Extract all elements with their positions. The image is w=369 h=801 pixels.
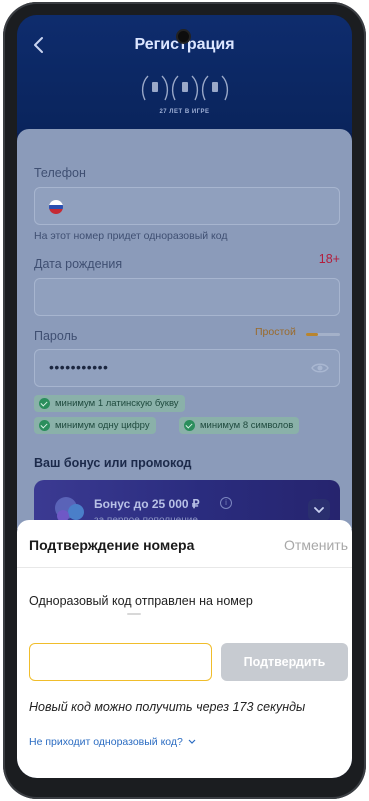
chevron-down-icon [314, 507, 324, 513]
birth-date-label: Дата рождения [34, 257, 123, 271]
phone-label: Телефон [34, 166, 86, 180]
divider [17, 567, 352, 568]
chevron-down-icon [188, 739, 196, 745]
phone-frame: Регистрация 27 ЛЕТ В ИГРЕ Телефон На это… [3, 2, 366, 799]
phone-input[interactable] [34, 187, 340, 225]
masked-phone-number [127, 613, 141, 615]
check-icon [39, 398, 50, 409]
rule-label: минимум одну цифру [55, 420, 150, 431]
info-icon[interactable]: i [220, 497, 232, 509]
resend-timer: Новый код можно получить через 173 секун… [29, 700, 306, 714]
header: Регистрация 27 ЛЕТ В ИГРЕ [17, 15, 352, 133]
password-rule-digit: минимум одну цифру [34, 417, 156, 434]
cancel-button[interactable]: Отменить [284, 537, 348, 553]
screen: Регистрация 27 ЛЕТ В ИГРЕ Телефон На это… [17, 15, 352, 778]
password-value: ••••••••••• [49, 359, 109, 375]
rule-label: минимум 8 символов [200, 420, 294, 431]
awards-laurels-icon [141, 75, 229, 101]
bonus-expand-button[interactable] [308, 499, 330, 521]
password-rule-latin: минимум 1 латинскую букву [34, 395, 185, 412]
phone-hint: На этот номер придет одноразовый код [34, 230, 228, 242]
bonus-section-title: Ваш бонус или промокод [34, 456, 192, 470]
password-strength-label: Простой [255, 326, 296, 338]
eye-icon[interactable] [311, 361, 329, 375]
password-rule-length: минимум 8 символов [179, 417, 300, 434]
code-input[interactable] [29, 643, 212, 681]
check-icon [184, 420, 195, 431]
birth-date-input[interactable] [34, 278, 340, 316]
phone-confirmation-sheet: Подтверждение номера Отменить Одноразовы… [17, 520, 352, 778]
rule-label: минимум 1 латинскую букву [55, 398, 179, 409]
no-code-link-label: Не приходит одноразовый код? [29, 736, 183, 748]
password-input[interactable]: ••••••••••• [34, 349, 340, 387]
registration-form: Телефон На этот номер придет одноразовый… [17, 129, 352, 540]
awards-caption: 27 ЛЕТ В ИГРЕ [159, 109, 210, 115]
password-strength-bar [306, 333, 340, 336]
front-camera [178, 31, 189, 42]
sheet-title: Подтверждение номера [29, 537, 195, 553]
password-label: Пароль [34, 329, 78, 343]
no-code-link[interactable]: Не приходит одноразовый код? [29, 736, 196, 748]
check-icon [39, 420, 50, 431]
bonus-title: Бонус до 25 000 ₽ [94, 497, 200, 511]
confirm-button[interactable]: Подтвердить [221, 643, 348, 681]
russia-flag-icon [49, 200, 63, 214]
age-badge: 18+ [318, 252, 340, 266]
code-sent-message: Одноразовый код отправлен на номер [29, 594, 253, 608]
